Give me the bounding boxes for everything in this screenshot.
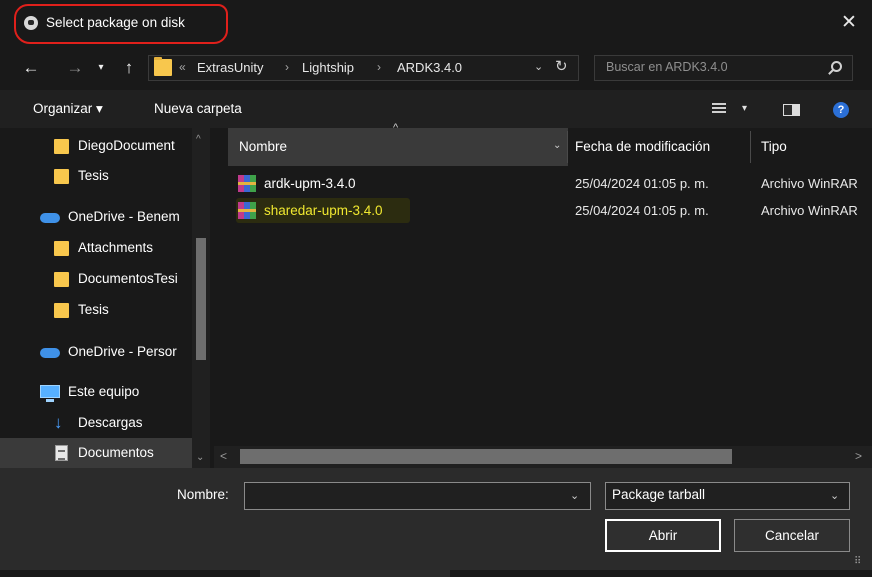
sidebar-item-label: OneDrive - Persor xyxy=(68,344,177,359)
sidebar-item-onedrive-personal[interactable]: OneDrive - Persor xyxy=(0,337,192,367)
file-type-value: Package tarball xyxy=(612,487,706,502)
preview-pane-icon[interactable] xyxy=(783,104,800,116)
address-dropdown[interactable]: ⌄ xyxy=(534,60,543,73)
new-folder-button[interactable]: Nueva carpeta xyxy=(154,101,242,116)
folder-icon xyxy=(54,303,69,318)
sidebar-item-label: Este equipo xyxy=(68,384,140,399)
sidebar-item-tesis-onedrive[interactable]: Tesis xyxy=(0,295,192,325)
horizontal-scroll-thumb[interactable] xyxy=(240,449,732,464)
filename-label: Nombre: xyxy=(177,487,229,502)
folder-icon xyxy=(54,139,69,154)
up-folder-button[interactable]: ↑ xyxy=(118,56,140,80)
scroll-down-arrow[interactable]: ⌄ xyxy=(196,452,204,463)
breadcrumb-lightship[interactable]: Lightship xyxy=(302,60,354,75)
scroll-up-arrow[interactable]: ^ xyxy=(196,134,201,145)
filename-input[interactable] xyxy=(244,482,591,510)
breadcrumb-extrasunity[interactable]: ExtrasUnity xyxy=(197,60,263,75)
folder-icon xyxy=(54,241,69,256)
taskbar-strip xyxy=(0,570,872,577)
folder-icon xyxy=(54,272,69,287)
sidebar-item-diegodocument[interactable]: DiegoDocument xyxy=(0,131,192,161)
sidebar-item-label: Documentos xyxy=(78,445,154,460)
red-annotation-outline xyxy=(14,4,228,44)
open-button[interactable]: Abrir xyxy=(605,519,721,552)
sidebar-item-onedrive-benem[interactable]: OneDrive - Benem xyxy=(0,202,192,232)
search-input[interactable]: Buscar en ARDK3.4.0 xyxy=(606,60,728,74)
sidebar-item-documentos[interactable]: Documentos xyxy=(0,438,192,468)
column-header-date[interactable]: Fecha de modificación xyxy=(575,139,710,154)
file-type: Archivo WinRAR xyxy=(761,176,858,191)
winrar-archive-icon xyxy=(238,175,256,192)
file-name: ardk-upm-3.4.0 xyxy=(264,176,356,191)
sidebar-item-label: OneDrive - Benem xyxy=(68,209,180,224)
sidebar-item-documentostesis[interactable]: DocumentosTesi xyxy=(0,264,192,294)
column-header-type[interactable]: Tipo xyxy=(761,139,787,154)
winrar-archive-icon xyxy=(238,202,256,219)
sidebar-item-label: DiegoDocument xyxy=(78,138,175,153)
sort-ascending-icon: ^ xyxy=(393,122,399,134)
computer-icon xyxy=(40,385,60,402)
sidebar-item-este-equipo[interactable]: Este equipo xyxy=(0,377,192,407)
breadcrumb-ardk340[interactable]: ARDK3.4.0 xyxy=(397,60,462,75)
column-divider[interactable] xyxy=(567,131,568,163)
sidebar-item-label: Descargas xyxy=(78,415,143,430)
breadcrumb-separator[interactable]: › xyxy=(285,60,289,74)
help-icon[interactable]: ? xyxy=(833,102,849,118)
view-options-icon[interactable] xyxy=(712,103,726,115)
sidebar-item-label: DocumentosTesi xyxy=(78,271,178,286)
scroll-left-arrow[interactable]: < xyxy=(220,449,227,463)
folder-icon xyxy=(54,169,69,184)
onedrive-cloud-icon xyxy=(40,213,60,223)
breadcrumb-overflow[interactable]: « xyxy=(179,60,186,74)
resize-grip-icon[interactable]: ⠿ xyxy=(854,556,866,568)
recent-locations-button[interactable]: ▾ xyxy=(94,56,108,80)
file-row-sharedar-upm[interactable]: sharedar-upm-3.4.0 25/04/2024 01:05 p. m… xyxy=(228,198,868,224)
filename-dropdown[interactable]: ⌄ xyxy=(570,489,579,502)
file-date: 25/04/2024 01:05 p. m. xyxy=(575,176,709,191)
documents-icon xyxy=(55,445,68,461)
sidebar-item-label: Tesis xyxy=(78,302,109,317)
file-row-ardk-upm[interactable]: ardk-upm-3.4.0 25/04/2024 01:05 p. m. Ar… xyxy=(228,171,868,197)
sidebar-item-attachments[interactable]: Attachments xyxy=(0,233,192,263)
search-icon[interactable] xyxy=(831,61,842,72)
file-name: sharedar-upm-3.4.0 xyxy=(264,203,383,218)
breadcrumb-separator[interactable]: › xyxy=(377,60,381,74)
column-divider[interactable] xyxy=(750,131,751,163)
onedrive-cloud-icon xyxy=(40,348,60,358)
file-date: 25/04/2024 01:05 p. m. xyxy=(575,203,709,218)
chevron-down-icon[interactable]: ⌄ xyxy=(830,489,839,502)
file-type: Archivo WinRAR xyxy=(761,203,858,218)
view-dropdown[interactable]: ▾ xyxy=(742,103,747,114)
forward-button[interactable]: → xyxy=(64,56,86,80)
folder-icon xyxy=(154,57,172,76)
sidebar-item-tesis[interactable]: Tesis xyxy=(0,161,192,191)
column-header-name[interactable]: Nombre xyxy=(239,139,287,154)
organize-button[interactable]: Organizar ▾ xyxy=(33,101,103,117)
cancel-button[interactable]: Cancelar xyxy=(734,519,850,552)
back-button[interactable]: ← xyxy=(18,56,44,80)
refresh-button[interactable]: ↻ xyxy=(555,57,568,75)
download-icon: ↓ xyxy=(54,413,63,432)
sidebar-scroll-thumb[interactable] xyxy=(196,238,206,360)
sidebar-item-descargas[interactable]: ↓ Descargas xyxy=(0,408,192,438)
column-filter-dropdown[interactable]: ⌄ xyxy=(553,140,561,151)
close-button[interactable]: ✕ xyxy=(832,8,866,38)
sidebar-item-label: Attachments xyxy=(78,240,154,255)
scroll-right-arrow[interactable]: > xyxy=(855,449,862,463)
sidebar-item-label: Tesis xyxy=(78,168,109,183)
